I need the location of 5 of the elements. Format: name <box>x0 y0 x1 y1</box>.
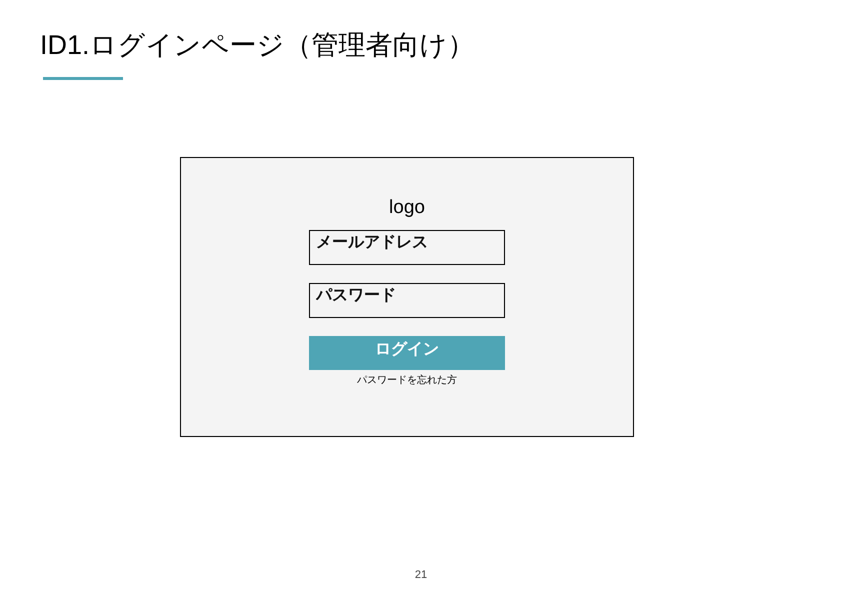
logo-text: logo <box>389 196 425 220</box>
forgot-password-link[interactable]: パスワードを忘れた方 <box>357 375 457 387</box>
page-number: 21 <box>414 569 428 581</box>
email-field[interactable]: メールアドレス <box>309 230 505 265</box>
slide-title: ID1.ログインページ（管理者向け） <box>40 29 475 62</box>
